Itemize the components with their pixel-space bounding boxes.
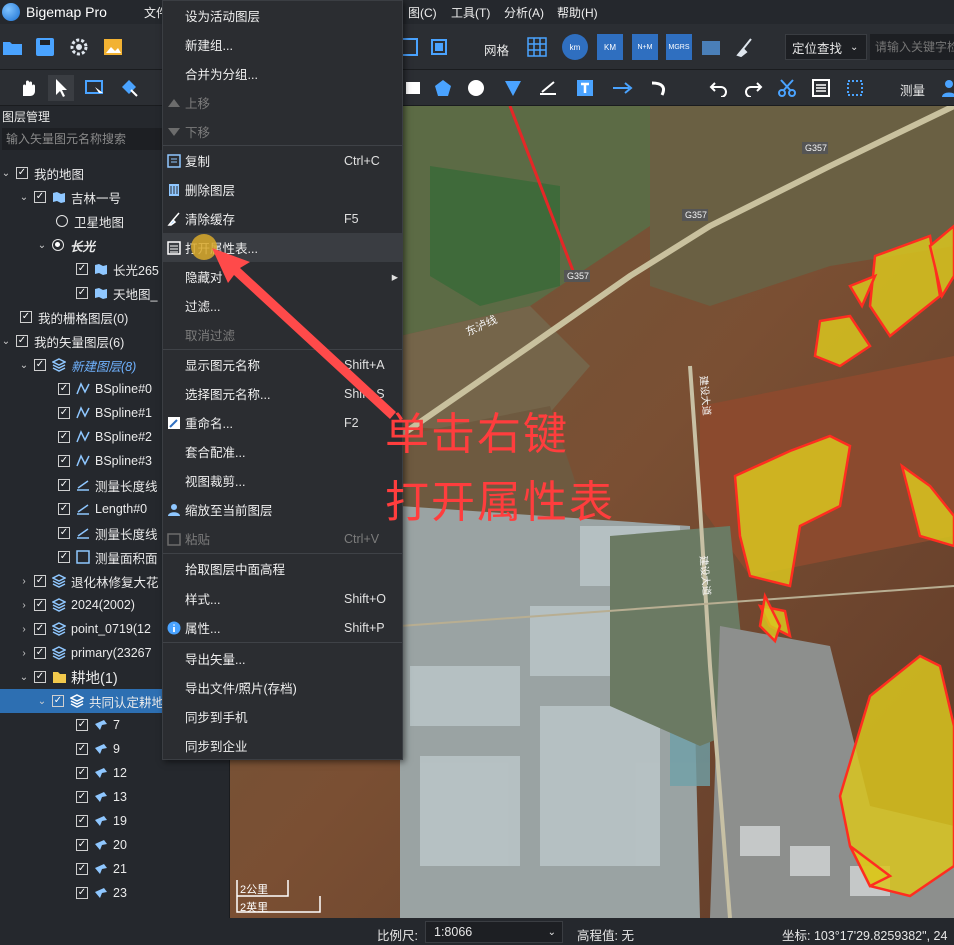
scale-label: 比例尺:	[377, 929, 418, 943]
status-bar: 比例尺: 1:8066 ⌄ 高程值: 无 坐标: 103°17'29.82593…	[0, 918, 954, 945]
click-indicator	[191, 234, 217, 260]
elevation-readout: 高程值: 无	[577, 929, 634, 943]
annotation-line-2: 打开属性表	[385, 477, 615, 528]
coordinate-readout: 坐标: 103°17'29.8259382", 24	[782, 929, 948, 943]
chevron-down-icon: ⌄	[547, 926, 556, 938]
scale-value: 1:8066	[434, 925, 473, 939]
red-arrow-icon	[212, 248, 396, 419]
annotation-line-1: 单击右键	[385, 409, 569, 460]
scale-select[interactable]: 1:8066 ⌄	[425, 921, 563, 943]
